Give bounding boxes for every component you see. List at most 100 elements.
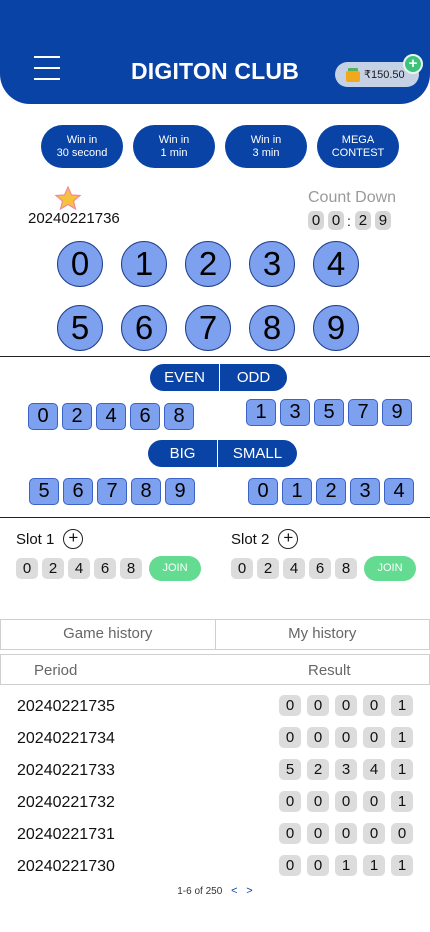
slot-number[interactable]: 8 <box>335 558 357 579</box>
slot-number[interactable]: 6 <box>309 558 331 579</box>
table-row: 20240221734 0 0 0 0 1 <box>0 725 430 755</box>
table-row: 20240221735 0 0 0 0 1 <box>0 693 430 723</box>
table-row: 20240221733 5 2 3 4 1 <box>0 757 430 787</box>
result-digit: 1 <box>391 695 413 716</box>
slot-number[interactable]: 2 <box>257 558 279 579</box>
tab-30-second[interactable]: Win in 30 second <box>41 125 123 168</box>
odd-number-chip[interactable]: 5 <box>314 399 344 426</box>
tab-1-min[interactable]: Win in 1 min <box>133 125 215 168</box>
even-number-chip[interactable]: 0 <box>28 403 58 430</box>
tab-game-history[interactable]: Game history <box>1 620 215 649</box>
history-tabs: Game history My history <box>0 619 430 650</box>
result-digit: 1 <box>391 855 413 876</box>
big-small-toggle: BIG SMALL <box>148 440 297 467</box>
number-ball-6[interactable]: 6 <box>121 305 167 351</box>
slot-2-label: Slot 2 <box>231 530 270 548</box>
number-ball-2[interactable]: 2 <box>185 241 231 287</box>
result-column-header: Result <box>308 662 351 679</box>
tab-label: CONTEST <box>331 146 385 159</box>
slot-number[interactable]: 8 <box>120 558 142 579</box>
result-digit: 0 <box>363 791 385 812</box>
even-odd-toggle: EVEN ODD <box>150 364 287 391</box>
tab-label: Win in <box>250 133 282 146</box>
result-digit: 3 <box>335 759 357 780</box>
tab-my-history[interactable]: My history <box>214 620 430 649</box>
tab-label: Win in <box>66 133 98 146</box>
pagination: 1-6 of 250 < > <box>0 885 430 897</box>
big-numbers: 5 6 7 8 9 <box>29 478 195 505</box>
table-row: 20240221730 0 0 1 1 1 <box>0 853 430 883</box>
big-button[interactable]: BIG <box>148 440 217 467</box>
row-result: 0 0 0 0 1 <box>279 695 413 716</box>
tab-mega-contest[interactable]: MEGA CONTEST <box>317 125 399 168</box>
small-number-chip[interactable]: 3 <box>350 478 380 505</box>
row-period: 20240221732 <box>17 794 115 811</box>
even-number-chip[interactable]: 2 <box>62 403 92 430</box>
result-digit: 0 <box>279 823 301 844</box>
result-digit: 5 <box>279 759 301 780</box>
plus-circle-icon[interactable]: + <box>63 529 84 549</box>
small-number-chip[interactable]: 0 <box>248 478 278 505</box>
number-ball-5[interactable]: 5 <box>57 305 103 351</box>
slot-number[interactable]: 6 <box>94 558 116 579</box>
prev-page-icon[interactable]: < <box>231 885 237 897</box>
slot-2-header: Slot 2 + <box>231 529 299 549</box>
result-digit: 0 <box>307 695 329 716</box>
next-page-icon[interactable]: > <box>246 885 252 897</box>
current-period: 20240221736 <box>28 210 120 227</box>
tab-label: 3 min <box>252 146 280 159</box>
countdown-timer: 0 0 : 2 9 <box>308 211 395 230</box>
number-ball-3[interactable]: 3 <box>249 241 295 287</box>
big-number-chip[interactable]: 7 <box>97 478 127 505</box>
even-number-chip[interactable]: 4 <box>96 403 126 430</box>
even-button[interactable]: EVEN <box>150 364 219 391</box>
big-number-chip[interactable]: 8 <box>131 478 161 505</box>
history-table-header: Period Result <box>0 654 430 685</box>
even-number-chip[interactable]: 6 <box>130 403 160 430</box>
big-number-chip[interactable]: 9 <box>165 478 195 505</box>
number-ball-0[interactable]: 0 <box>57 241 103 287</box>
small-number-chip[interactable]: 4 <box>384 478 414 505</box>
row-period: 20240221735 <box>17 698 115 715</box>
result-digit: 0 <box>307 727 329 748</box>
number-ball-4[interactable]: 4 <box>313 241 359 287</box>
number-ball-7[interactable]: 7 <box>185 305 231 351</box>
result-digit: 0 <box>279 855 301 876</box>
result-digit: 0 <box>279 791 301 812</box>
slot-2-join-button[interactable]: JOIN <box>364 556 416 581</box>
table-row: 20240221732 0 0 0 0 1 <box>0 789 430 819</box>
big-number-chip[interactable]: 5 <box>29 478 59 505</box>
tab-3-min[interactable]: Win in 3 min <box>225 125 307 168</box>
small-number-chip[interactable]: 1 <box>282 478 312 505</box>
even-number-chip[interactable]: 8 <box>164 403 194 430</box>
small-button[interactable]: SMALL <box>217 440 297 467</box>
add-funds-icon[interactable]: + <box>403 54 423 74</box>
pagination-range: 1-6 of 250 <box>177 886 223 897</box>
divider <box>0 356 430 357</box>
number-ball-1[interactable]: 1 <box>121 241 167 287</box>
big-number-chip[interactable]: 6 <box>63 478 93 505</box>
slot-number[interactable]: 0 <box>231 558 253 579</box>
row-result: 0 0 0 0 0 <box>279 823 413 844</box>
odd-numbers: 1 3 5 7 9 <box>246 399 412 426</box>
odd-number-chip[interactable]: 9 <box>382 399 412 426</box>
wallet-icon <box>346 67 361 82</box>
odd-number-chip[interactable]: 3 <box>280 399 310 426</box>
slot-number[interactable]: 4 <box>283 558 305 579</box>
slot-number[interactable]: 2 <box>42 558 64 579</box>
odd-number-chip[interactable]: 1 <box>246 399 276 426</box>
odd-number-chip[interactable]: 7 <box>348 399 378 426</box>
slot-1-join-button[interactable]: JOIN <box>149 556 201 581</box>
slot-1-header: Slot 1 + <box>16 529 84 549</box>
result-digit: 0 <box>307 855 329 876</box>
number-ball-9[interactable]: 9 <box>313 305 359 351</box>
slot-number[interactable]: 0 <box>16 558 38 579</box>
small-number-chip[interactable]: 2 <box>316 478 346 505</box>
odd-button[interactable]: ODD <box>219 364 287 391</box>
result-digit: 4 <box>363 759 385 780</box>
number-ball-8[interactable]: 8 <box>249 305 295 351</box>
plus-circle-icon[interactable]: + <box>278 529 299 549</box>
countdown-digit: 9 <box>374 211 391 230</box>
app-header: DIGITON CLUB ₹150.50 + <box>0 0 430 104</box>
slot-number[interactable]: 4 <box>68 558 90 579</box>
